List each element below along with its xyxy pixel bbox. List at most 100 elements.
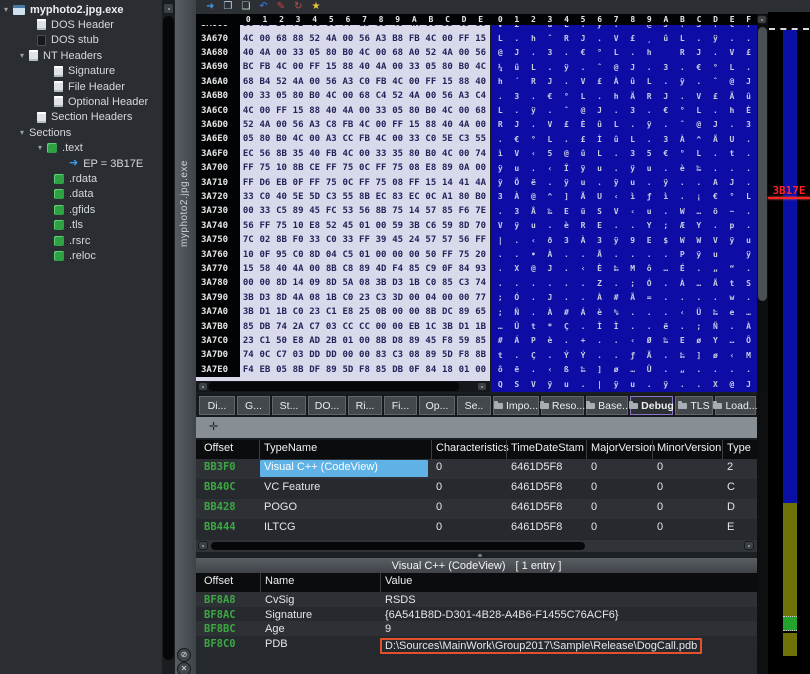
cell-type[interactable]: 2 <box>727 461 733 473</box>
ascii-char-cell[interactable]: . <box>624 250 641 259</box>
hex-byte-cell[interactable]: 00 <box>340 34 357 44</box>
ascii-char-cell[interactable]: ; <box>624 279 641 288</box>
hex-byte-cell[interactable]: B0 <box>472 192 489 202</box>
ascii-char-cell[interactable]: ƒ <box>624 351 641 360</box>
hex-byte-cell[interactable]: C0 <box>340 293 357 303</box>
cell-major_version[interactable]: 0 <box>591 501 597 513</box>
ascii-char-cell[interactable]: ] <box>691 351 708 360</box>
hex-byte-cell[interactable]: 00 <box>240 91 257 101</box>
ascii-char-cell[interactable]: Ó <box>509 293 526 302</box>
hex-byte-cell[interactable]: 4C <box>323 91 340 101</box>
ascii-char-cell[interactable]: . <box>724 120 741 129</box>
cell-characteristics[interactable]: 0 <box>436 481 442 493</box>
hex-byte-cell[interactable]: 4C <box>423 34 440 44</box>
ascii-char-cell[interactable]: ˆ <box>542 34 559 43</box>
hex-byte-cell[interactable]: C0 <box>323 235 340 245</box>
hex-byte-cell[interactable]: 80 <box>257 134 274 144</box>
hex-byte-cell[interactable]: 75 <box>340 163 357 173</box>
hex-byte-cell[interactable]: 89 <box>439 163 456 173</box>
hex-byte-cell[interactable]: 83 <box>389 192 406 202</box>
hex-byte-cell[interactable]: F0 <box>290 235 307 245</box>
ascii-char-cell[interactable]: ´ <box>509 77 526 86</box>
hex-byte-cell[interactable]: 33 <box>257 206 274 216</box>
ascii-char-cell[interactable]: û <box>575 149 592 158</box>
hex-byte-cell[interactable]: 40 <box>273 192 290 202</box>
hex-byte-cell[interactable]: 68 <box>472 106 489 116</box>
hex-byte-cell[interactable]: 88 <box>340 62 357 72</box>
hex-byte-cell[interactable]: 4C <box>273 62 290 72</box>
ascii-char-cell[interactable]: . <box>608 221 625 230</box>
hex-byte-cell[interactable]: 59 <box>456 336 473 346</box>
hex-byte-cell[interactable]: 1B <box>406 278 423 288</box>
cell-characteristics[interactable]: 0 <box>436 521 442 533</box>
column-divider[interactable] <box>722 440 723 459</box>
cell-offset[interactable]: BB444 <box>204 521 236 533</box>
tab-di[interactable]: Di... <box>199 396 235 415</box>
ascii-char-cell[interactable]: J <box>591 106 608 115</box>
ascii-char-cell[interactable]: . <box>525 308 542 317</box>
sidebar-item-file-header[interactable]: File Header <box>0 79 162 94</box>
hex-byte-cell[interactable]: 01 <box>356 221 373 231</box>
ascii-char-cell[interactable]: 5 <box>641 149 658 158</box>
ascii-char-cell[interactable]: Ã <box>575 192 592 201</box>
sidebar-item-text[interactable]: ▾.text <box>0 141 162 156</box>
hex-byte-cell[interactable]: B0 <box>306 91 323 101</box>
chevron-down-icon[interactable]: ▾ <box>4 6 8 14</box>
ascii-char-cell[interactable]: û <box>624 77 641 86</box>
hex-byte-cell[interactable]: 68 <box>273 34 290 44</box>
hex-byte-cell[interactable]: 4A <box>257 120 274 130</box>
ascii-char-cell[interactable]: u <box>575 178 592 187</box>
hex-byte-cell[interactable]: B4 <box>257 77 274 87</box>
file-map-panel[interactable]: 3B17E <box>768 12 810 674</box>
hex-byte-cell[interactable]: 02 <box>257 235 274 245</box>
ascii-char-cell[interactable]: . <box>558 77 575 86</box>
hex-byte-cell[interactable]: 00 <box>439 34 456 44</box>
ascii-char-cell[interactable]: ÿ <box>492 178 509 187</box>
hex-byte-cell[interactable]: 41 <box>456 178 473 188</box>
hex-byte-cell[interactable]: FF <box>257 221 274 231</box>
ascii-char-cell[interactable]: t <box>724 149 741 158</box>
column-header-offset[interactable]: Offset <box>204 442 233 454</box>
table-horizontal-scrollbar[interactable] <box>196 540 757 552</box>
ascii-char-cell[interactable]: € <box>724 25 741 29</box>
hex-byte-cell[interactable]: F8 <box>439 336 456 346</box>
cell-value[interactable]: {6A541B8D-D301-4B28-A4B6-F1455C76ACF6} <box>385 609 619 621</box>
ascii-char-cell[interactable]: . <box>608 106 625 115</box>
table-row[interactable]: BB428POGO06461D5F800D <box>196 499 757 519</box>
hex-byte-cell[interactable]: A3 <box>257 25 274 29</box>
ascii-char-cell[interactable]: ÿ <box>691 250 708 259</box>
ascii-char-cell[interactable]: J <box>624 63 641 72</box>
hex-byte-cell[interactable]: 52 <box>389 91 406 101</box>
scroll-left-button[interactable] <box>198 382 208 391</box>
hex-byte-cell[interactable]: 2A <box>290 322 307 332</box>
hex-byte-cell[interactable]: 0F <box>257 250 274 260</box>
hex-byte-cell[interactable]: 33 <box>406 134 423 144</box>
ascii-char-cell[interactable]: … <box>624 365 641 374</box>
ascii-char-cell[interactable]: £ <box>624 34 641 43</box>
ascii-char-cell[interactable]: R <box>558 34 575 43</box>
cell-time_date_stamp[interactable]: 6461D5F8 <box>511 501 562 513</box>
hex-byte-cell[interactable]: B8 <box>389 34 406 44</box>
ascii-char-cell[interactable]: . <box>657 207 674 216</box>
hex-byte-cell[interactable]: 4A <box>340 106 357 116</box>
hex-byte-cell[interactable]: 1B <box>273 307 290 317</box>
ascii-char-cell[interactable]: ˆ <box>558 106 575 115</box>
column-divider[interactable] <box>380 573 381 592</box>
hex-byte-cell[interactable]: 4A <box>406 91 423 101</box>
ascii-char-cell[interactable]: V <box>608 207 625 216</box>
ascii-char-cell[interactable]: . <box>707 149 724 158</box>
cell-minor_version[interactable]: 0 <box>657 521 663 533</box>
tab-impo[interactable]: Impo... <box>493 396 539 415</box>
hex-byte-cell[interactable]: 85 <box>439 278 456 288</box>
hex-byte-cell[interactable]: 04 <box>323 250 340 260</box>
ascii-char-cell[interactable]: . <box>641 106 658 115</box>
ascii-char-cell[interactable]: … <box>657 264 674 273</box>
hex-byte-cell[interactable]: 59 <box>439 221 456 231</box>
hex-byte-cell[interactable]: EC <box>240 149 257 159</box>
ascii-char-cell[interactable]: J <box>740 380 757 389</box>
ascii-char-cell[interactable]: . <box>707 25 724 29</box>
ascii-char-cell[interactable]: è <box>542 336 559 345</box>
sidebar-item-signature[interactable]: Signature <box>0 64 162 79</box>
hex-byte-cell[interactable]: 8B <box>273 149 290 159</box>
ascii-char-cell[interactable]: . <box>608 25 625 29</box>
